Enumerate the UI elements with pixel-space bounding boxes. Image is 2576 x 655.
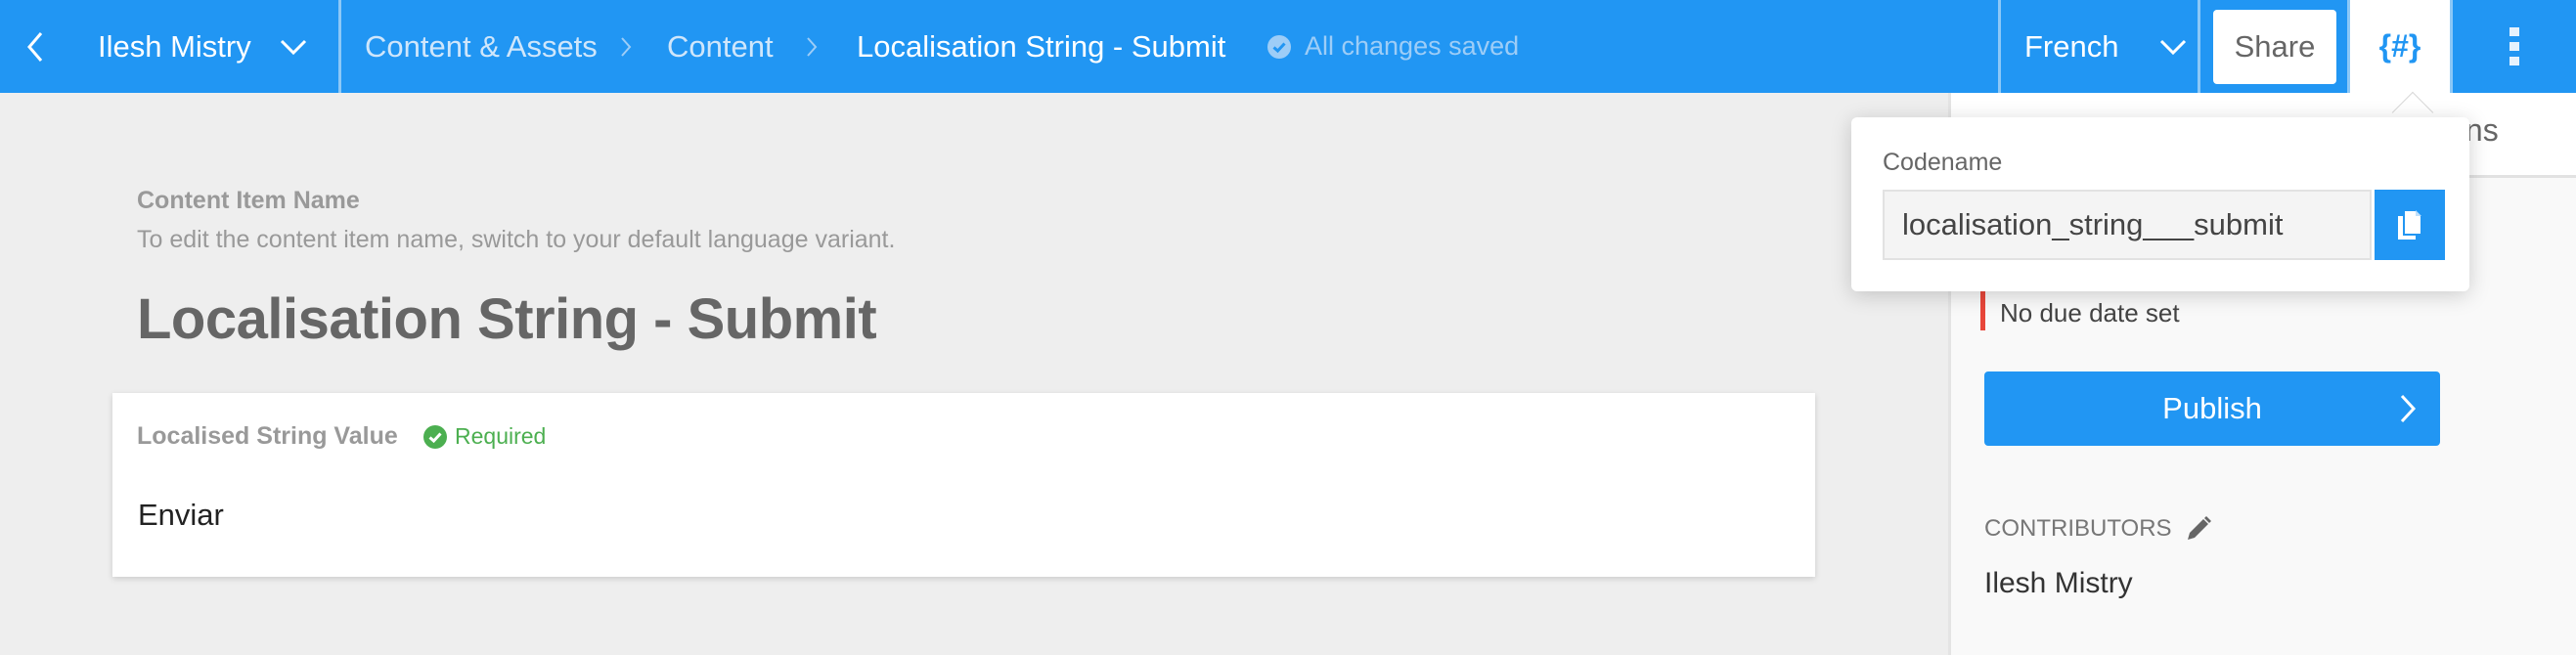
language-dropdown-button[interactable] [2152, 0, 2195, 93]
header-divider [2198, 0, 2200, 93]
more-options-button[interactable] [2453, 0, 2576, 93]
save-status: All changes saved [1267, 0, 1519, 93]
contributors-label: CONTRIBUTORS [1984, 515, 2211, 543]
copy-codename-button[interactable] [2375, 190, 2445, 260]
field-label: Localised String Value [137, 422, 398, 450]
due-date-text: No due date set [2000, 298, 2180, 328]
field-value-input[interactable]: Enviar [138, 498, 224, 533]
element-card-localised-string-value: Localised String Value Required Enviar [112, 393, 1815, 577]
required-text: Required [455, 423, 547, 449]
contributor-name: Ilesh Mistry [1984, 567, 2133, 599]
kebab-menu-icon [2509, 26, 2519, 66]
header-divider [1998, 0, 2001, 93]
content-item-title: Localisation String - Submit [137, 287, 877, 351]
copy-icon [2398, 209, 2422, 240]
publish-button[interactable]: Publish [1984, 371, 2440, 446]
required-badge: Required [423, 423, 546, 450]
content-item-name-hint: To edit the content item name, switch to… [137, 226, 896, 253]
chevron-down-icon [2159, 39, 2187, 55]
codename-popover: Codename [1851, 117, 2469, 291]
pencil-edit-icon[interactable] [2186, 516, 2211, 542]
breadcrumb-current-item: Localisation String - Submit [857, 28, 1226, 64]
language-selector[interactable]: French [2024, 0, 2118, 93]
codename-icon: {#} [2378, 28, 2421, 64]
breadcrumb-content[interactable]: Content [667, 0, 774, 93]
due-date-indicator [1980, 284, 1985, 330]
share-button[interactable]: Share [2213, 10, 2336, 84]
codename-button[interactable]: {#} [2350, 0, 2450, 93]
back-button[interactable] [0, 0, 70, 93]
chevron-down-icon [280, 39, 307, 55]
content-item-name-label: Content Item Name [137, 187, 360, 214]
project-name[interactable]: Ilesh Mistry [98, 0, 251, 93]
check-circle-icon [423, 424, 447, 449]
chevron-left-icon [27, 31, 43, 62]
content-editor: Content Item Name To edit the content it… [0, 93, 1948, 655]
codename-label: Codename [1883, 149, 2003, 176]
publish-label: Publish [2162, 391, 2262, 425]
save-status-text: All changes saved [1305, 31, 1520, 61]
project-switcher-button[interactable] [274, 0, 313, 93]
contributors-heading: CONTRIBUTORS [1984, 515, 2172, 542]
breadcrumb-separator-icon [611, 0, 641, 93]
header-divider [338, 0, 341, 93]
chevron-right-icon [2400, 394, 2417, 423]
breadcrumb-separator-icon [797, 0, 826, 93]
breadcrumb-content-assets[interactable]: Content & Assets [365, 0, 598, 93]
codename-input[interactable] [1883, 190, 2372, 260]
check-circle-icon [1267, 34, 1291, 59]
top-bar: Ilesh Mistry Content & Assets Content Lo… [0, 0, 2576, 93]
